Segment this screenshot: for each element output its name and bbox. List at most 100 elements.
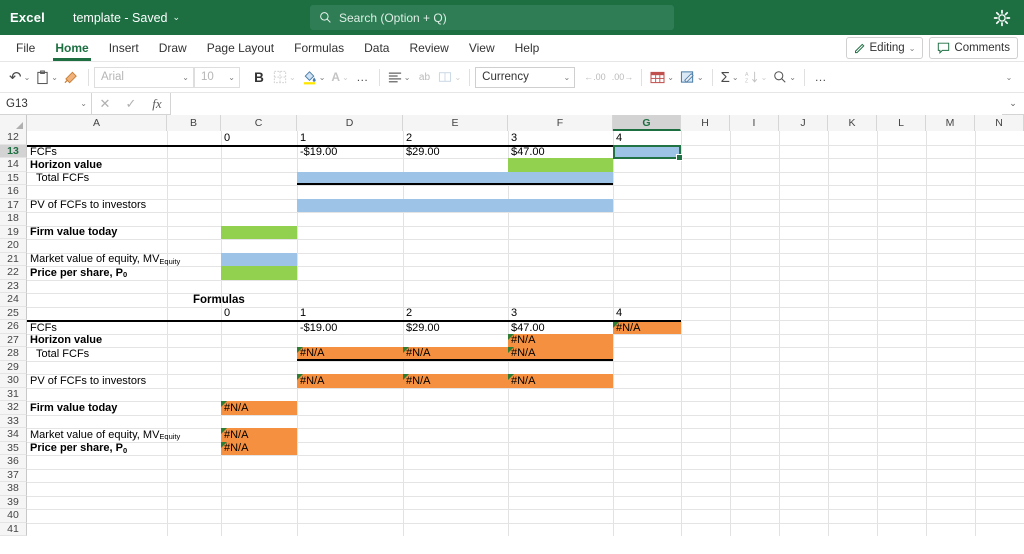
cell-A13[interactable]: FCFs	[27, 144, 167, 158]
row-header-33[interactable]: 33	[0, 414, 27, 428]
cell-G12[interactable]: 4	[613, 131, 681, 145]
cell-F12[interactable]: 3	[508, 131, 613, 145]
cell-C34[interactable]: #N/A	[221, 428, 297, 442]
font-size-select[interactable]: 10 ⌄	[193, 66, 240, 88]
cell-D12[interactable]: 1	[297, 131, 403, 145]
name-box[interactable]: G13 ⌄	[0, 92, 92, 115]
column-header-C[interactable]: C	[221, 115, 297, 131]
column-header-A[interactable]: A	[27, 115, 167, 131]
find-button[interactable]: ⌄	[770, 65, 799, 89]
row-header-29[interactable]: 29	[0, 360, 27, 374]
cell-A15[interactable]: Total FCFs	[27, 172, 167, 186]
cell-A21[interactable]: Market value of equity, MV Equity	[27, 253, 180, 267]
merge-cells-button[interactable]: ⌄	[435, 65, 464, 89]
cell-F14[interactable]	[508, 158, 613, 172]
row-header-14[interactable]: 14	[0, 158, 27, 172]
search-input[interactable]	[339, 10, 659, 25]
decrease-decimal-button[interactable]: ←.00	[581, 65, 609, 89]
chevron-down-icon[interactable]: ⌄	[404, 73, 411, 82]
column-header-L[interactable]: L	[877, 115, 926, 131]
confirm-formula-button[interactable]: ✓	[118, 93, 144, 115]
alignment-button[interactable]: ⌄	[385, 65, 414, 89]
cell-B24-formulas-heading[interactable]: Formulas	[167, 293, 297, 307]
tab-review[interactable]: Review	[399, 35, 458, 62]
row-header-17[interactable]: 17	[0, 198, 27, 212]
row-header-30[interactable]: 30	[0, 374, 27, 388]
comments-button[interactable]: Comments	[929, 37, 1018, 59]
cell-A30[interactable]: PV of FCFs to investors	[27, 374, 167, 388]
row-header-21[interactable]: 21	[0, 252, 27, 266]
gear-icon[interactable]	[992, 8, 1012, 28]
cell-B13[interactable]	[167, 144, 221, 159]
undo-button[interactable]: ↶ ⌄	[6, 65, 33, 89]
cell-F13[interactable]: $47.00	[508, 144, 613, 158]
cell-G26[interactable]: #N/A	[613, 320, 681, 334]
cell-E15[interactable]	[403, 171, 508, 185]
tab-help[interactable]: Help	[505, 35, 550, 62]
chevron-down-icon[interactable]: ⌄	[172, 12, 180, 23]
cell-F28[interactable]: #N/A	[508, 347, 613, 361]
row-header-23[interactable]: 23	[0, 279, 27, 293]
font-color-button[interactable]: A ⌄	[328, 65, 351, 89]
row-header-25[interactable]: 25	[0, 306, 27, 320]
row-header-15[interactable]: 15	[0, 171, 27, 185]
autosum-button[interactable]: Σ ⌄	[718, 65, 742, 89]
format-as-table-button[interactable]: ⌄	[647, 65, 677, 89]
cell-F30[interactable]: #N/A	[508, 374, 613, 388]
cell-B26[interactable]	[167, 320, 221, 334]
cell-A35[interactable]: Price per share, P0	[27, 442, 167, 456]
expand-formula-bar-button[interactable]: ⌄	[1002, 98, 1024, 109]
row-header-38[interactable]: 38	[0, 482, 27, 496]
format-painter-button[interactable]	[61, 65, 83, 89]
chevron-down-icon[interactable]: ⌄	[697, 73, 704, 82]
cell-F17[interactable]	[508, 198, 613, 212]
fill-color-button[interactable]: ⌄	[299, 65, 329, 89]
row-header-36[interactable]: 36	[0, 455, 27, 469]
editing-mode-button[interactable]: Editing ⌄	[845, 37, 924, 59]
row-header-31[interactable]: 31	[0, 387, 27, 401]
font-name-select[interactable]: Arial ⌄	[93, 66, 194, 88]
cell-D30[interactable]: #N/A	[297, 374, 403, 388]
column-header-E[interactable]: E	[403, 115, 508, 131]
row-header-35[interactable]: 35	[0, 441, 27, 455]
cell-E26[interactable]: $29.00	[403, 320, 508, 334]
chevron-down-icon[interactable]: ⌄	[667, 73, 674, 82]
cell-A28[interactable]: Total FCFs	[27, 347, 167, 361]
column-header-I[interactable]: I	[730, 115, 779, 131]
column-header-D[interactable]: D	[297, 115, 403, 131]
chevron-down-icon[interactable]: ⌄	[24, 73, 31, 82]
row-header-24[interactable]: 24	[0, 293, 27, 307]
cancel-formula-button[interactable]: ✕	[92, 93, 118, 115]
chevron-down-icon[interactable]: ⌄	[732, 73, 739, 82]
cell-A17[interactable]: PV of FCFs to investors	[27, 199, 167, 213]
column-header-K[interactable]: K	[828, 115, 877, 131]
cell-D15[interactable]	[297, 171, 403, 185]
tab-data[interactable]: Data	[354, 35, 399, 62]
column-header-H[interactable]: H	[681, 115, 730, 131]
chevron-down-icon[interactable]: ⌄	[51, 73, 58, 82]
document-title[interactable]: template - Saved ⌄	[73, 11, 180, 25]
cell-F15[interactable]	[508, 171, 613, 185]
sort-filter-button[interactable]: A Z ⌄	[742, 65, 771, 89]
cell-C21[interactable]	[221, 252, 297, 266]
cell-D13[interactable]: -$19.00	[297, 144, 403, 158]
chevron-down-icon[interactable]: ⌄	[319, 73, 326, 82]
tab-insert[interactable]: Insert	[99, 35, 149, 62]
column-header-M[interactable]: M	[926, 115, 975, 131]
paste-button[interactable]: ⌄	[33, 65, 61, 89]
insert-function-button[interactable]: fx	[144, 93, 170, 115]
row-header-19[interactable]: 19	[0, 225, 27, 239]
cell-E12[interactable]: 2	[403, 131, 508, 145]
cell-E13[interactable]: $29.00	[403, 144, 508, 158]
cell-F27[interactable]: #N/A	[508, 333, 613, 347]
cell-D28[interactable]: #N/A	[297, 347, 403, 361]
cell-A26[interactable]: FCFs	[27, 320, 167, 334]
cell-C32[interactable]: #N/A	[221, 401, 297, 415]
increase-decimal-button[interactable]: .00→	[609, 65, 637, 89]
formula-input[interactable]	[170, 92, 1002, 115]
tab-view[interactable]: View	[459, 35, 505, 62]
row-header-20[interactable]: 20	[0, 239, 27, 253]
row-header-12[interactable]: 12	[0, 131, 27, 145]
cell-A27[interactable]: Horizon value	[27, 334, 167, 348]
wrap-text-button[interactable]: ab	[413, 65, 435, 89]
